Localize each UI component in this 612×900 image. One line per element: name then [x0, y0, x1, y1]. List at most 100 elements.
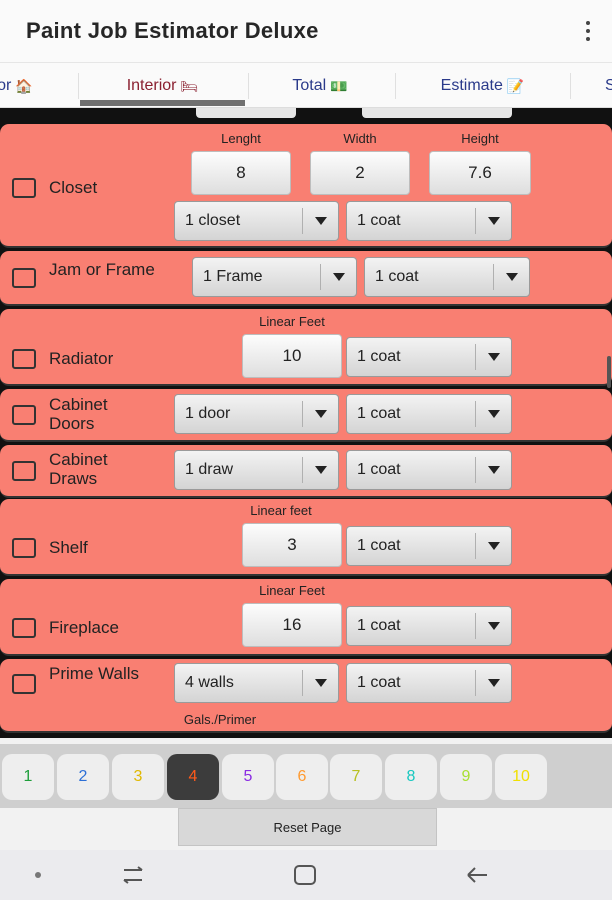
select-value: 1 Frame — [203, 268, 263, 285]
page-button-5[interactable]: 5 — [222, 754, 274, 800]
cabinet-doors-quantity-select[interactable]: 1 door — [174, 394, 339, 434]
select-value: 1 coat — [357, 674, 401, 691]
cabinet-doors-label: Cabinet Doors — [49, 395, 108, 433]
page-button-9[interactable]: 9 — [440, 754, 492, 800]
cabinet-draws-row: Cabinet Draws 1 draw 1 coat — [0, 445, 612, 498]
page-button-4[interactable]: 4 — [167, 754, 219, 800]
tab-label: S — [605, 77, 612, 94]
dropdown-arrow-icon — [475, 401, 511, 427]
shelf-coat-select[interactable]: 1 coat — [346, 526, 512, 566]
bed-icon: 🛏 — [180, 77, 199, 94]
closet-height-input[interactable]: 7.6 — [429, 151, 531, 195]
jam-frame-coat-select[interactable]: 1 coat — [364, 257, 530, 297]
edit-icon: 📝 — [506, 77, 525, 94]
prime-walls-row: Prime Walls 4 walls 1 coat Gals./Primer — [0, 659, 612, 733]
page-button-6[interactable]: 6 — [276, 754, 328, 800]
page-button-1[interactable]: 1 — [2, 754, 54, 800]
page-button-7[interactable]: 7 — [330, 754, 382, 800]
shelf-row: Shelf Linear feet 3 1 coat — [0, 499, 612, 576]
height-caption: Height — [461, 131, 499, 146]
shelf-linear-feet-input[interactable]: 3 — [242, 523, 342, 567]
dropdown-arrow-icon — [475, 344, 511, 370]
select-value: 1 coat — [357, 461, 401, 478]
cabinet-doors-checkbox[interactable] — [12, 405, 36, 425]
select-value: 1 coat — [357, 537, 401, 554]
cabinet-draws-label: Cabinet Draws — [49, 450, 108, 488]
closet-row: Closet Lenght Width Height 8 2 7.6 1 clo… — [0, 124, 612, 248]
dropdown-arrow-icon — [475, 613, 511, 639]
cabinet-draws-quantity-select[interactable]: 1 draw — [174, 450, 339, 490]
closet-length-input[interactable]: 8 — [191, 151, 291, 195]
cabinet-draws-checkbox[interactable] — [12, 461, 36, 481]
length-caption: Lenght — [221, 131, 261, 146]
select-value: 1 coat — [375, 268, 419, 285]
linear-feet-caption: Linear Feet — [259, 314, 325, 329]
closet-width-input[interactable]: 2 — [310, 151, 410, 195]
width-caption: Width — [343, 131, 377, 146]
select-value: 4 walls — [185, 674, 234, 691]
cabinet-doors-coat-select[interactable]: 1 coat — [346, 394, 512, 434]
page-button-3[interactable]: 3 — [112, 754, 164, 800]
cabinet-doors-row: Cabinet Doors 1 door 1 coat — [0, 389, 612, 442]
dropdown-arrow-icon — [320, 264, 356, 290]
page-button-10[interactable]: 10 — [495, 754, 547, 800]
dropdown-arrow-icon — [475, 457, 511, 483]
prime-walls-checkbox[interactable] — [12, 674, 36, 694]
scrollbar[interactable] — [607, 356, 611, 388]
jam-frame-checkbox[interactable] — [12, 268, 36, 288]
tab-total[interactable]: Total 💵 — [250, 63, 390, 109]
fireplace-coat-select[interactable]: 1 coat — [346, 606, 512, 646]
fireplace-row: Fireplace Linear Feet 16 1 coat — [0, 579, 612, 656]
tab-label: Estimate — [440, 77, 503, 94]
page-button-8[interactable]: 8 — [385, 754, 437, 800]
fireplace-label: Fireplace — [49, 618, 119, 637]
closet-quantity-select[interactable]: 1 closet — [174, 201, 339, 241]
prime-walls-coat-select[interactable]: 1 coat — [346, 663, 512, 703]
reset-page-button[interactable]: Reset Page — [178, 808, 437, 846]
dropdown-arrow-icon — [475, 670, 511, 696]
jam-frame-quantity-select[interactable]: 1 Frame — [192, 257, 357, 297]
dropdown-arrow-icon — [475, 208, 511, 234]
radiator-label: Radiator — [49, 349, 114, 368]
tab-label: Total — [292, 77, 327, 94]
radiator-checkbox[interactable] — [12, 349, 36, 369]
partial-input — [196, 108, 296, 118]
shelf-checkbox[interactable] — [12, 538, 36, 558]
app-title: Paint Job Estimator Deluxe — [26, 18, 319, 43]
partial-select — [362, 108, 512, 118]
closet-label: Closet — [49, 178, 98, 197]
gallons-primer-caption: Gals./Primer — [183, 712, 257, 727]
closet-checkbox[interactable] — [12, 178, 36, 198]
money-icon: 💵 — [330, 77, 348, 94]
select-value: 1 draw — [185, 461, 234, 478]
overflow-menu-icon[interactable] — [578, 16, 598, 46]
tab-estimate[interactable]: Estimate 📝 — [400, 63, 565, 109]
home-icon[interactable] — [291, 862, 321, 888]
radiator-linear-feet-input[interactable]: 10 — [242, 334, 342, 378]
tab-label: or — [0, 77, 12, 94]
shelf-label: Shelf — [49, 538, 88, 557]
system-nav-bar — [0, 850, 612, 900]
radiator-coat-select[interactable]: 1 coat — [346, 337, 512, 377]
app-bar: Paint Job Estimator Deluxe — [0, 0, 612, 62]
fireplace-checkbox[interactable] — [12, 618, 36, 638]
dropdown-arrow-icon — [302, 457, 338, 483]
fireplace-linear-feet-input[interactable]: 16 — [242, 603, 342, 647]
back-icon[interactable] — [463, 862, 493, 888]
select-value: 1 coat — [357, 348, 401, 365]
closet-coat-select[interactable]: 1 coat — [346, 201, 512, 241]
tab-exterior[interactable]: or 🏠 — [0, 63, 50, 109]
dropdown-arrow-icon — [302, 208, 338, 234]
cabinet-draws-coat-select[interactable]: 1 coat — [346, 450, 512, 490]
select-value: 1 closet — [185, 212, 241, 229]
select-value: 1 coat — [357, 617, 401, 634]
nav-dot-icon — [35, 872, 41, 878]
recent-apps-icon[interactable] — [118, 862, 148, 888]
page-button-2[interactable]: 2 — [57, 754, 109, 800]
jam-frame-label: Jam or Frame — [49, 260, 155, 279]
tab-settings[interactable]: S — [575, 63, 612, 109]
dropdown-arrow-icon — [302, 670, 338, 696]
prime-walls-quantity-select[interactable]: 4 walls — [174, 663, 339, 703]
interior-items-list[interactable]: Closet Lenght Width Height 8 2 7.6 1 clo… — [0, 108, 612, 738]
dropdown-arrow-icon — [302, 401, 338, 427]
